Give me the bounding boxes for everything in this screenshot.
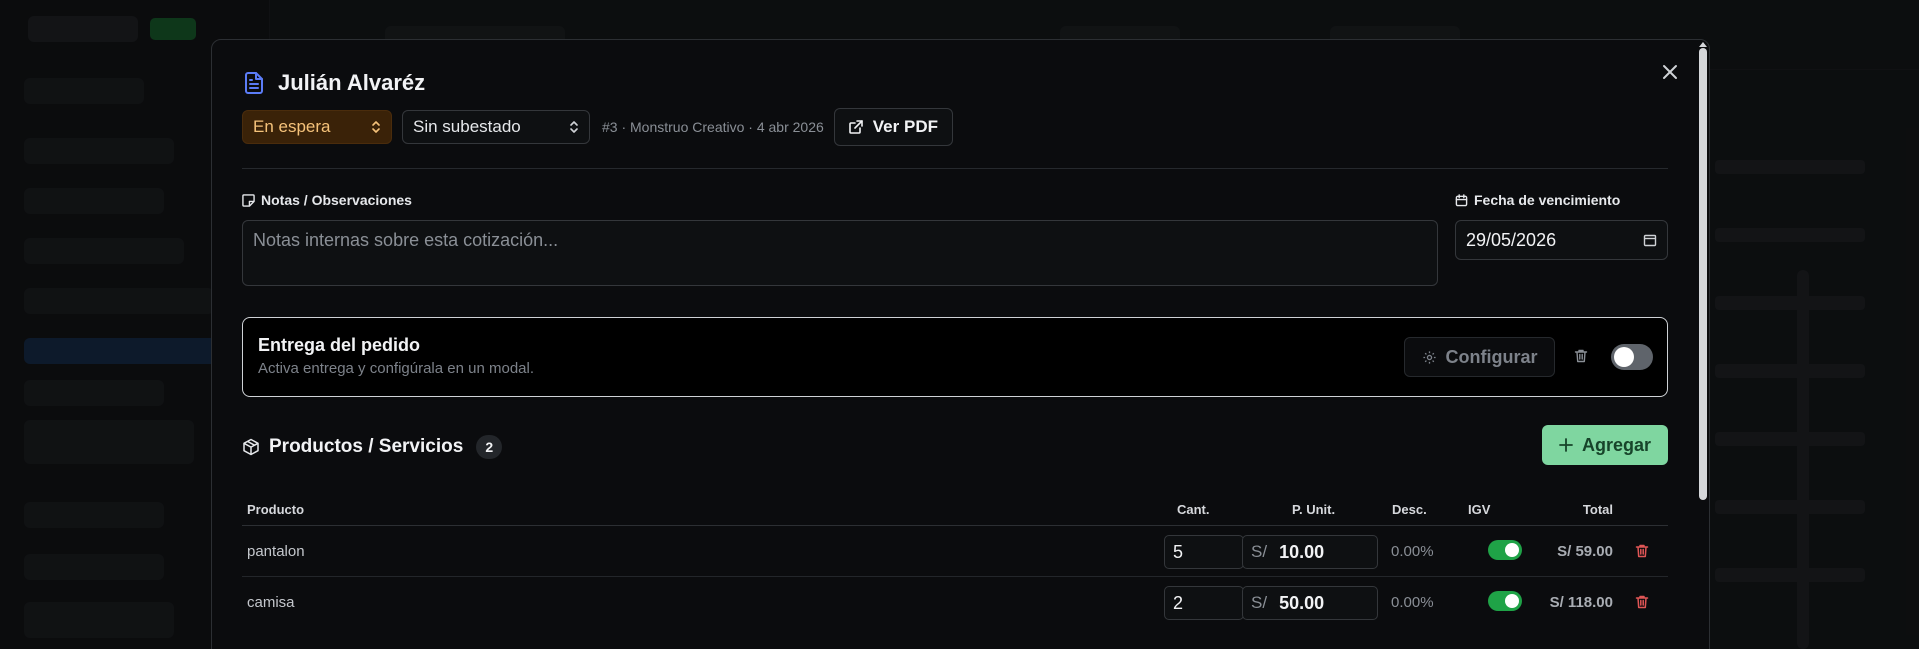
status-select-value: En espera xyxy=(253,117,331,136)
add-product-button[interactable]: Agregar xyxy=(1542,425,1668,465)
unit-price-input[interactable]: S/ 10.00 xyxy=(1242,535,1378,569)
view-pdf-label: Ver PDF xyxy=(872,117,938,136)
quote-meta: #3 · Monstruo Creativo · 4 abr 2026 xyxy=(602,119,824,135)
configure-button[interactable]: Configurar xyxy=(1404,337,1555,377)
plus-icon xyxy=(1559,438,1573,452)
column-header-product: Producto xyxy=(247,502,305,517)
discount-value[interactable]: 0.00% xyxy=(1391,594,1434,611)
delivery-card: Entrega del pedido Activa entrega y conf… xyxy=(242,317,1668,397)
quote-modal: Julián Alvaréz En espera Sin subestado #… xyxy=(211,39,1710,649)
products-title: Productos / Servicios xyxy=(269,436,464,457)
notes-textarea[interactable] xyxy=(242,220,1438,286)
column-header-unit-price: P. Unit. xyxy=(1292,502,1336,517)
substatus-select-value: Sin subestado xyxy=(413,117,521,136)
page-title: Julián Alvaréz xyxy=(278,70,426,95)
calendar-icon xyxy=(1455,193,1468,207)
due-date-label-text: Fecha de vencimiento xyxy=(1474,192,1621,208)
delivery-subtitle: Activa entrega y configúrala en un modal… xyxy=(258,360,534,377)
unit-price-value: 50.00 xyxy=(1279,592,1325,613)
calendar-icon[interactable] xyxy=(1643,233,1657,247)
modal-scrollbar[interactable] xyxy=(1699,48,1707,500)
currency-prefix: S/ xyxy=(1251,593,1268,612)
trash-icon xyxy=(1634,543,1652,559)
toggle-knob xyxy=(1614,347,1634,367)
status-row: En espera Sin subestado #3 · Monstruo Cr… xyxy=(242,108,953,146)
quantity-input[interactable]: 5 xyxy=(1164,535,1244,569)
product-name: pantalon xyxy=(247,543,305,560)
substatus-select[interactable]: Sin subestado xyxy=(402,110,590,144)
products-count-badge: 2 xyxy=(476,435,503,459)
external-link-icon xyxy=(848,120,863,134)
currency-prefix: S/ xyxy=(1251,542,1268,561)
row-total: S/ 118.00 xyxy=(1549,594,1613,611)
trash-icon xyxy=(1634,594,1652,610)
toggle-knob xyxy=(1505,594,1519,608)
status-select[interactable]: En espera xyxy=(242,110,392,144)
column-header-qty: Cant. xyxy=(1177,502,1210,517)
table-row: camisa 2 S/ 50.00 0.00% S/ 118.00 xyxy=(242,577,1668,628)
column-header-igv: IGV xyxy=(1468,502,1491,517)
igv-toggle[interactable] xyxy=(1488,540,1522,560)
delete-row-button[interactable] xyxy=(1634,594,1652,612)
header-divider xyxy=(242,168,1668,169)
sticky-note-icon xyxy=(242,193,255,207)
unit-price-value: 10.00 xyxy=(1279,541,1325,562)
table-row: pantalon 5 S/ 10.00 0.00% S/ 59.00 xyxy=(242,526,1668,577)
due-date-value: 29/05/2026 xyxy=(1466,229,1557,250)
product-name: camisa xyxy=(247,594,295,611)
scroll-up-arrow[interactable] xyxy=(1699,42,1707,47)
view-pdf-button[interactable]: Ver PDF xyxy=(833,108,953,146)
toggle-knob xyxy=(1505,543,1519,557)
row-total: S/ 59.00 xyxy=(1557,543,1613,560)
notes-label-text: Notas / Observaciones xyxy=(261,192,412,208)
due-date-input[interactable]: 29/05/2026 xyxy=(1455,220,1668,260)
delivery-title: Entrega del pedido xyxy=(258,335,421,355)
notes-label: Notas / Observaciones xyxy=(242,192,412,208)
chevron-up-down-icon xyxy=(371,119,381,135)
unit-price-input[interactable]: S/ 50.00 xyxy=(1242,586,1378,620)
column-header-discount: Desc. xyxy=(1392,502,1427,517)
delete-delivery-button[interactable] xyxy=(1573,348,1591,366)
package-icon xyxy=(242,438,260,456)
delete-row-button[interactable] xyxy=(1634,543,1652,561)
configure-label: Configurar xyxy=(1445,346,1538,367)
delivery-toggle[interactable] xyxy=(1611,344,1653,370)
products-header: Productos / Servicios 2 xyxy=(242,435,503,459)
document-icon xyxy=(242,71,266,95)
trash-icon xyxy=(1573,348,1591,364)
igv-toggle[interactable] xyxy=(1488,591,1522,611)
close-button[interactable] xyxy=(1655,57,1685,87)
chevron-up-down-icon xyxy=(569,119,579,135)
column-header-total: Total xyxy=(1582,502,1613,517)
quantity-input[interactable]: 2 xyxy=(1164,586,1244,620)
due-date-label: Fecha de vencimiento xyxy=(1455,192,1620,208)
gear-icon xyxy=(1422,350,1437,365)
discount-value[interactable]: 0.00% xyxy=(1391,543,1434,560)
modal-header: Julián Alvaréz xyxy=(242,70,425,96)
close-icon xyxy=(1663,65,1677,79)
add-product-label: Agregar xyxy=(1581,434,1652,455)
